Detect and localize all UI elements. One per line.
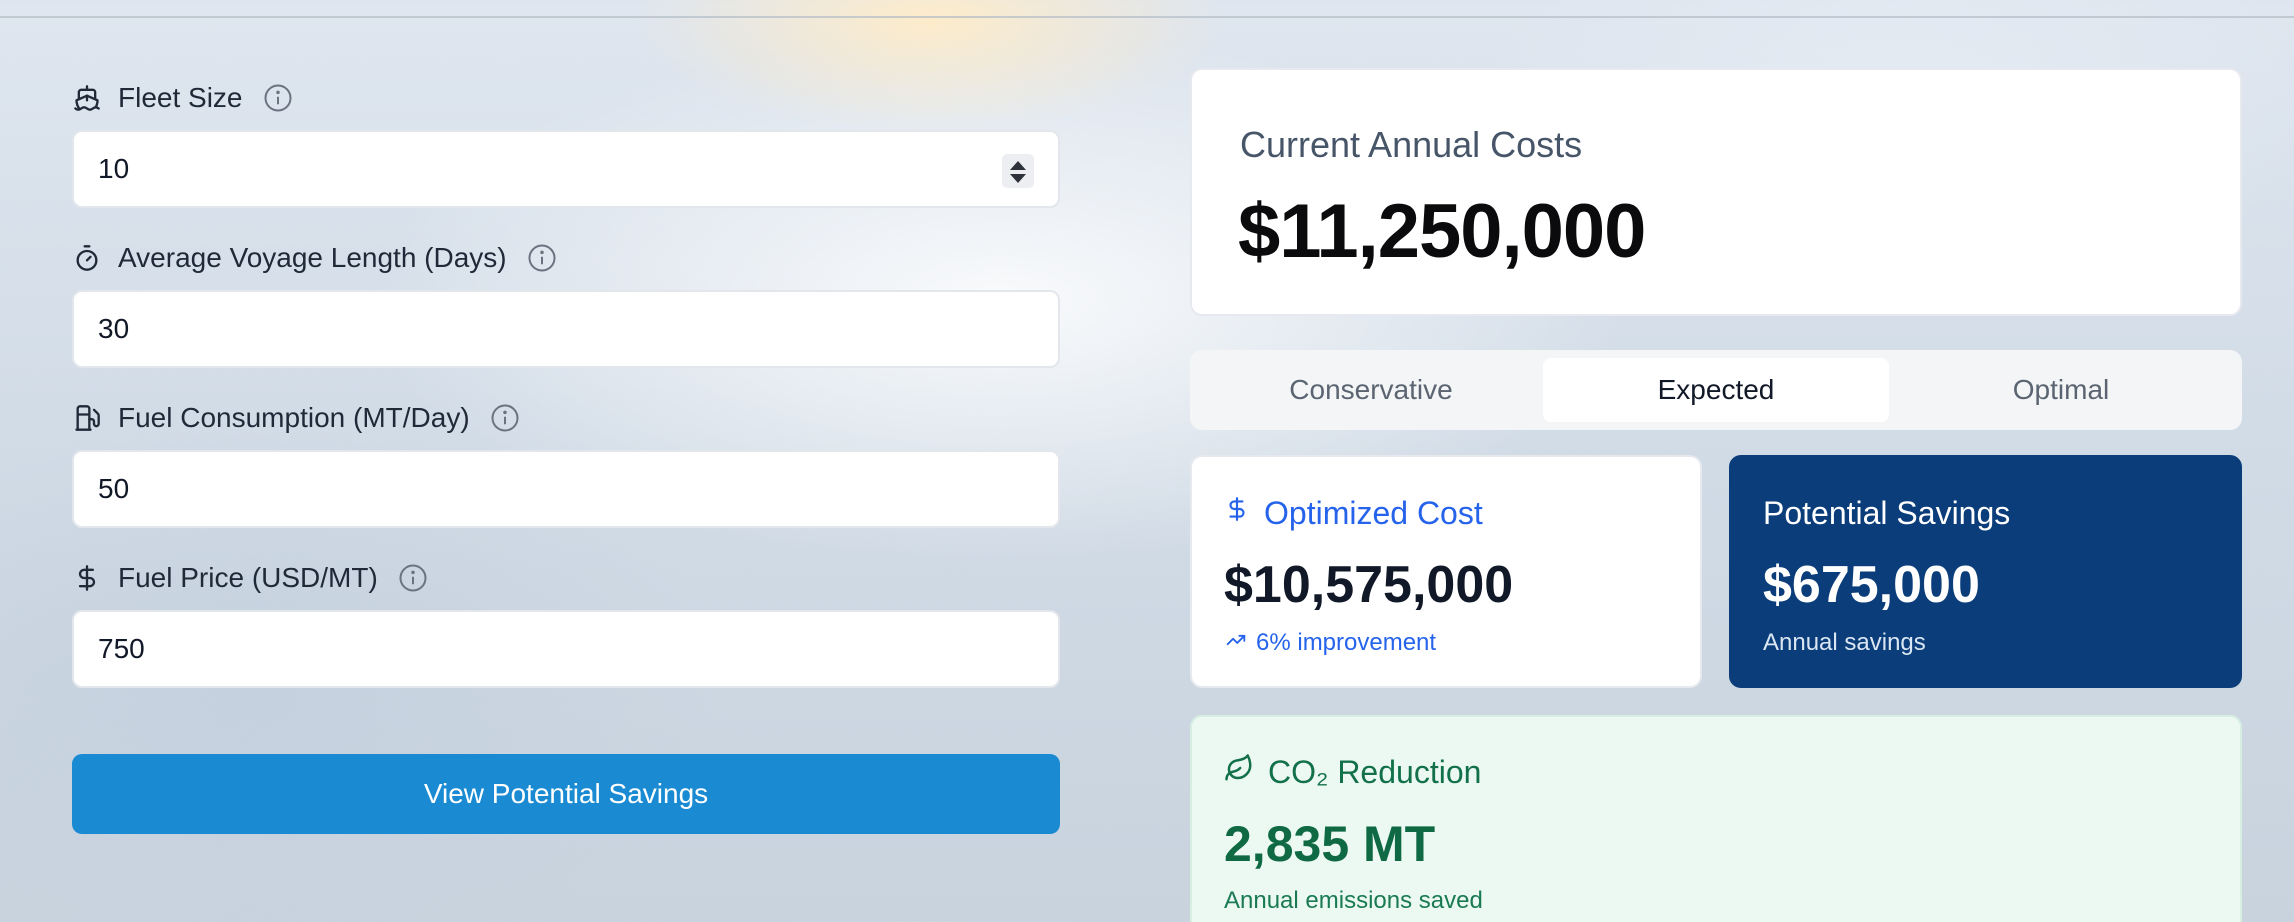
- tab-expected[interactable]: Expected: [1543, 358, 1889, 422]
- fuel-price-input[interactable]: 750: [72, 610, 1060, 688]
- dollar-icon: [1224, 493, 1250, 533]
- ship-icon: [72, 83, 102, 113]
- fuel-consumption-label-row: Fuel Consumption (MT/Day): [72, 398, 520, 438]
- optimized-cost-label: Optimized Cost: [1264, 494, 1483, 531]
- improvement-row: 6% improvement: [1224, 629, 1436, 657]
- voyage-length-input[interactable]: 30: [72, 290, 1060, 368]
- trend-up-icon: [1224, 629, 1248, 657]
- dollar-icon: [72, 563, 102, 593]
- improvement-text: 6% improvement: [1256, 629, 1437, 656]
- fleet-size-stepper[interactable]: [1002, 154, 1034, 188]
- view-savings-button[interactable]: View Potential Savings: [72, 754, 1060, 834]
- fuel-price-label-row: Fuel Price (USD/MT): [72, 558, 428, 598]
- co2-sub: Annual emissions saved: [1224, 887, 1483, 914]
- co2-value: 2,835 MT: [1224, 816, 1436, 872]
- co2-reduction-card: CO₂ Reduction 2,835 MT Annual emissions …: [1190, 715, 2242, 922]
- fuel-price-label: Fuel Price (USD/MT): [118, 562, 378, 593]
- annual-costs-card: Current Annual Costs $11,250,000: [1190, 68, 2242, 316]
- potential-savings-label: Potential Savings: [1763, 495, 2011, 531]
- potential-savings-sub: Annual savings: [1763, 629, 1926, 656]
- scenario-tabs: Conservative Expected Optimal: [1190, 350, 2242, 430]
- stopwatch-icon: [72, 243, 102, 273]
- info-icon[interactable]: [263, 83, 293, 113]
- voyage-length-value: 30: [98, 313, 130, 344]
- fuel-consumption-label: Fuel Consumption (MT/Day): [118, 402, 470, 433]
- annual-costs-value: $11,250,000: [1238, 189, 1646, 274]
- tab-optimal[interactable]: Optimal: [1888, 358, 2234, 422]
- fleet-size-value: 10: [98, 153, 130, 184]
- fuel-consumption-input[interactable]: 50: [72, 450, 1060, 528]
- potential-savings-value: $675,000: [1763, 556, 1980, 614]
- voyage-length-label-row: Average Voyage Length (Days): [72, 238, 557, 278]
- tab-conservative[interactable]: Conservative: [1198, 358, 1544, 422]
- potential-savings-card: Potential Savings $675,000 Annual saving…: [1729, 455, 2242, 688]
- co2-header: CO₂ Reduction: [1224, 753, 1481, 791]
- header-divider: [0, 16, 2294, 18]
- annual-costs-label: Current Annual Costs: [1240, 124, 1583, 165]
- fleet-size-input[interactable]: 10: [72, 130, 1060, 208]
- optimized-cost-value: $10,575,000: [1224, 556, 1514, 614]
- fuel-consumption-value: 50: [98, 473, 130, 504]
- fleet-size-label-row: Fleet Size: [72, 78, 293, 118]
- optimized-cost-card: Optimized Cost $10,575,000 6% improvemen…: [1190, 455, 1702, 688]
- voyage-length-label: Average Voyage Length (Days): [118, 242, 507, 273]
- co2-label: CO₂ Reduction: [1268, 753, 1482, 790]
- info-icon[interactable]: [398, 563, 428, 593]
- fleet-size-label: Fleet Size: [118, 82, 243, 113]
- fuel-price-value: 750: [98, 633, 145, 664]
- fuel-pump-icon: [72, 403, 102, 433]
- info-icon[interactable]: [490, 403, 520, 433]
- leaf-icon: [1224, 753, 1254, 791]
- chevron-down-icon[interactable]: [1010, 174, 1026, 183]
- chevron-up-icon[interactable]: [1010, 161, 1026, 170]
- info-icon[interactable]: [527, 243, 557, 273]
- optimized-cost-header: Optimized Cost: [1224, 493, 1483, 533]
